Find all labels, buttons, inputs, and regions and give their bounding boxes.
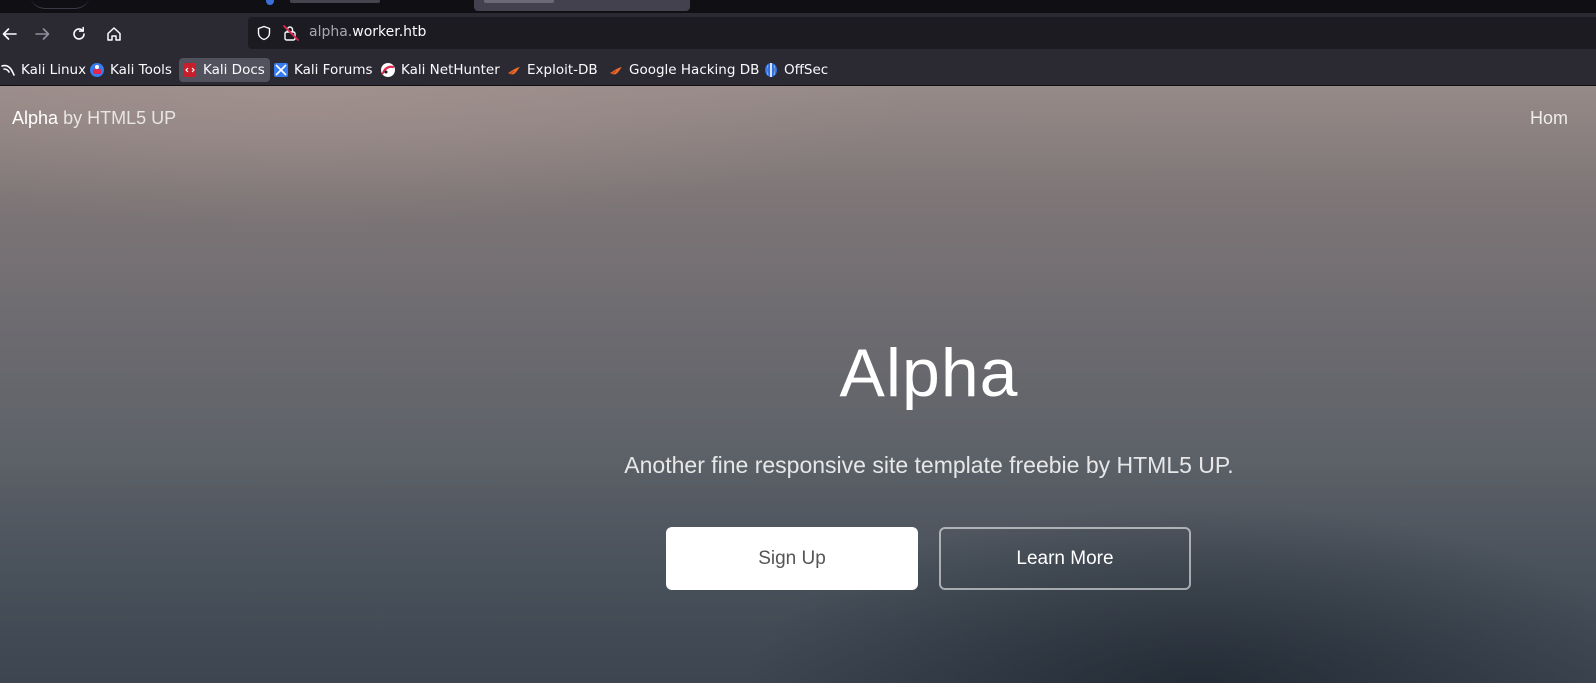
bookmark-label: Kali NetHunter (401, 62, 500, 78)
bookmark-offsec[interactable]: OffSec (760, 58, 833, 82)
tab-title-cropped (484, 0, 554, 3)
tab-strip (0, 0, 1596, 13)
kali-tools-icon (89, 62, 105, 78)
url-domain: worker.htb (352, 24, 427, 40)
reload-icon (73, 26, 85, 40)
brand-byline: by HTML5 UP (63, 108, 177, 128)
bookmark-kali-linux[interactable]: Kali Linux (0, 58, 91, 82)
kali-forums-icon (273, 62, 289, 78)
bookmark-kali-forums[interactable]: Kali Forums (270, 58, 378, 82)
url-bar[interactable]: alpha.worker.htb (248, 17, 1596, 49)
bookmark-label: Kali Forums (294, 62, 373, 78)
forward-arrow-icon (35, 28, 50, 40)
navigation-toolbar: alpha.worker.htb (0, 13, 1596, 55)
kali-dragon-icon (0, 62, 16, 78)
tab-inactive[interactable] (0, 0, 472, 13)
tracking-protection-shield-icon[interactable] (256, 25, 272, 41)
bookmarks-toolbar: Kali Linux Kali Tools Kali Docs Kali For… (0, 55, 1596, 86)
hero-subtitle: Another fine responsive site template fr… (624, 452, 1234, 478)
bookmark-google-hacking-db[interactable]: Google Hacking DB (605, 58, 764, 82)
kali-docs-icon (182, 62, 198, 78)
site-brand[interactable]: Alpha by HTML5 UP (12, 108, 176, 129)
back-arrow-icon (2, 28, 17, 40)
sign-up-button[interactable]: Sign Up (666, 527, 918, 590)
kali-wallpaper-swirl (30, 0, 90, 9)
bookmark-label: Kali Tools (110, 62, 172, 78)
tab-title-cropped (290, 0, 380, 3)
bookmark-label: Kali Linux (21, 62, 87, 78)
bookmark-kali-docs[interactable]: Kali Docs (179, 58, 270, 82)
hero-title: Alpha (839, 335, 1019, 411)
ghdb-icon (608, 62, 624, 78)
bookmark-label: Google Hacking DB (629, 62, 760, 78)
offsec-icon (763, 62, 779, 78)
nethunter-icon (380, 62, 396, 78)
brand-name: Alpha (12, 108, 59, 128)
learn-more-button[interactable]: Learn More (939, 527, 1191, 590)
url-text[interactable]: alpha.worker.htb (309, 24, 426, 40)
bookmark-kali-tools[interactable]: Kali Tools (86, 58, 177, 82)
bookmark-label: Kali Docs (203, 62, 265, 78)
nav-home-link[interactable]: Hom (1530, 108, 1568, 129)
forward-button[interactable] (31, 22, 55, 46)
reload-button[interactable] (67, 22, 91, 46)
bookmark-exploit-db[interactable]: Exploit-DB (503, 58, 603, 82)
back-button[interactable] (0, 22, 21, 46)
bookmark-kali-nethunter[interactable]: Kali NetHunter (377, 58, 505, 82)
home-icon (107, 27, 121, 41)
bookmark-label: OffSec (784, 62, 829, 78)
bookmark-label: Exploit-DB (527, 62, 598, 78)
insecure-lock-icon[interactable] (282, 24, 300, 42)
web-page: Alpha by HTML5 UP Hom Alpha Another fine… (0, 86, 1596, 683)
tab-active[interactable] (474, 0, 690, 11)
url-subdomain: alpha. (309, 24, 353, 40)
exploit-db-icon (506, 62, 522, 78)
tab-favicon-icon (266, 0, 274, 5)
home-button[interactable] (102, 22, 126, 46)
